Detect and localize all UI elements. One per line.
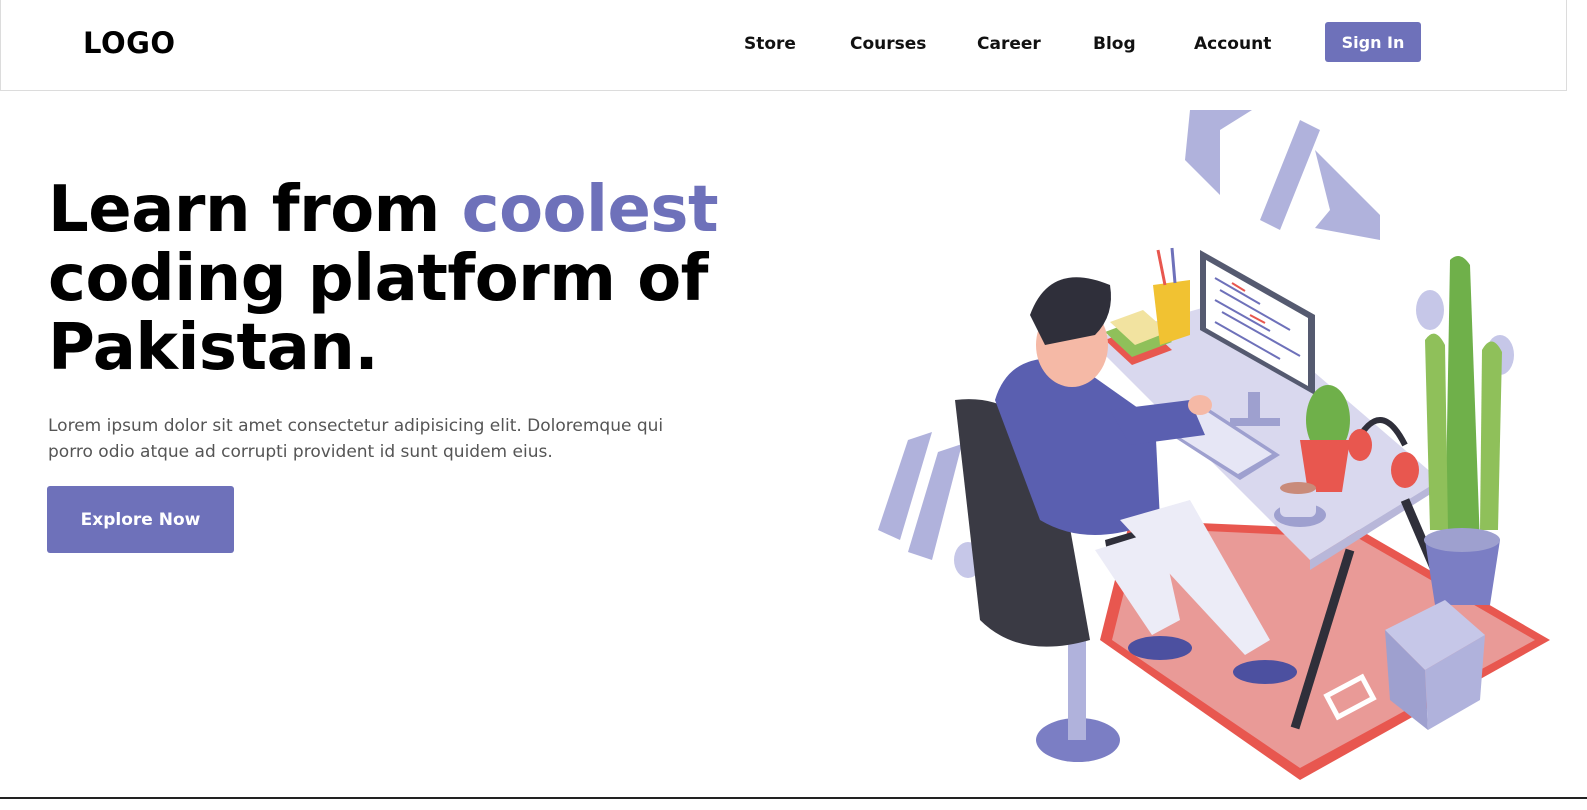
bottom-divider <box>0 797 1587 799</box>
code-symbol-icon <box>1185 110 1380 240</box>
nav-link-store[interactable]: Store <box>744 34 796 54</box>
explore-now-button[interactable]: Explore Now <box>47 486 234 553</box>
nav-link-account[interactable]: Account <box>1194 34 1271 54</box>
navbar: LOGO Store Courses Career Blog Account S… <box>0 0 1567 91</box>
coding-workspace-illustration <box>878 110 1550 780</box>
hero-description: Lorem ipsum dolor sit amet consectetur a… <box>48 416 664 462</box>
hero-title-part2: coding platform of Pakistan. <box>48 242 709 385</box>
nav-link-career[interactable]: Career <box>977 34 1041 54</box>
nav-link-courses[interactable]: Courses <box>850 34 926 54</box>
logo[interactable]: LOGO <box>83 26 176 60</box>
hero-title-accent: coolest <box>461 173 719 247</box>
hero-title: Learn from coolest coding platform of Pa… <box>48 176 748 383</box>
nav-link-blog[interactable]: Blog <box>1093 34 1136 54</box>
pencil-cup <box>1153 247 1190 345</box>
decor-disc <box>1416 290 1444 330</box>
scrollbar-track[interactable] <box>1567 0 1587 810</box>
hero-title-part1: Learn from <box>48 173 462 247</box>
sign-in-button[interactable]: Sign In <box>1325 22 1421 62</box>
